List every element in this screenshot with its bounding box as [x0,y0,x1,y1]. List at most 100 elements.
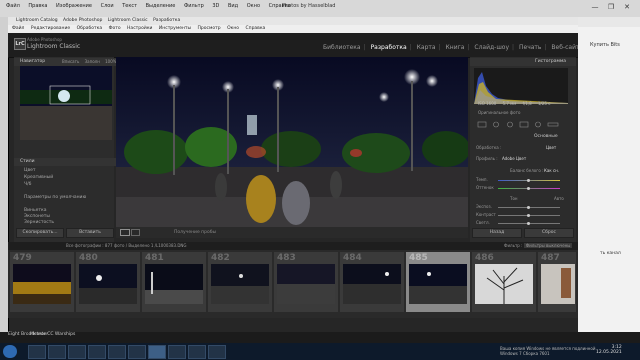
clock[interactable]: 3:12 12.05.2021 [596,345,622,355]
lr-menu-item[interactable]: Файл [12,26,24,31]
preset-item[interactable]: Параметры по умолчанию [24,195,86,200]
preset-item[interactable]: Ч/б [24,182,31,187]
paste-settings-button[interactable]: Вставить [66,228,114,238]
lr-menu-item[interactable]: Просмотр [198,26,221,31]
tint-knob[interactable] [527,187,530,190]
os-menu-item[interactable]: Фильтр [184,3,204,9]
filmstrip-cell[interactable]: 484 [340,252,404,312]
filmstrip-cell[interactable]: 487 [538,252,576,312]
lr-menu-item[interactable]: Окно [227,26,239,31]
profile-dropdown[interactable]: Adobe Цвет [502,156,526,161]
brand-small: Adobe Photoshop [27,37,62,42]
minimize-icon[interactable]: — [588,2,602,12]
navigator-thumbnail[interactable] [20,66,112,140]
clock-date: 12.05.2021 [596,350,622,355]
basic-panel-header[interactable]: Основные [534,134,558,139]
os-menu-item[interactable]: Файл [6,3,20,9]
histogram-header[interactable]: Гистограмма [470,58,576,66]
taskbar-app-icon[interactable] [48,345,66,359]
presets-header[interactable]: Стили [14,158,120,166]
filmstrip-cell[interactable]: 479 [10,252,74,312]
reset-button[interactable]: Сброс [524,228,574,238]
taskbar-app-icon[interactable] [208,345,226,359]
os-menu-item[interactable]: Слои [101,3,114,9]
taskbar-app-icon[interactable] [68,345,86,359]
zoom-option[interactable]: 100% [105,59,116,64]
radial-filter-icon[interactable] [535,121,541,128]
module-book[interactable]: Книга [446,44,465,51]
brush-icon[interactable] [547,122,559,127]
taskbar-app-icon[interactable] [88,345,106,359]
os-menu-item[interactable]: Вид [228,3,238,9]
close-icon[interactable]: ✕ [620,2,634,12]
module-slideshow[interactable]: Слайд-шоу [474,44,509,51]
zoom-option[interactable]: Вписать [62,59,79,64]
filmstrip-cell[interactable]: 483 [274,252,338,312]
cell-number: 486 [475,253,494,263]
soft-proof-label[interactable]: Получение пробы [174,230,216,235]
module-develop[interactable]: Разработка [371,44,407,51]
module-print[interactable]: Печать [519,44,541,51]
view-mode-icon[interactable] [120,229,140,236]
taskbar-app-icon[interactable] [108,345,126,359]
maximize-icon[interactable]: ❐ [604,2,618,12]
preset-item[interactable]: Экспонеты [24,214,50,219]
develop-toolbar: Получение пробы [116,227,468,238]
os-menu-item[interactable]: Окно [247,3,260,9]
module-map[interactable]: Карта [417,44,436,51]
preset-item[interactable]: Цвет [24,168,36,173]
taskbar-app-icon[interactable] [128,345,146,359]
lr-menu-item[interactable]: Справка [245,26,265,31]
lr-menu-item[interactable]: Настройки [127,26,152,31]
taskbar-app-icon[interactable] [168,345,186,359]
taskbar-app-icon[interactable] [188,345,206,359]
lr-menu-item[interactable]: Фото [109,26,121,31]
cell-thumbnail [277,264,335,304]
auto-button[interactable]: Авто [554,196,564,201]
taskbar-app-icon[interactable] [28,345,46,359]
night-square-photo [116,57,468,227]
spot-removal-icon[interactable] [493,121,499,128]
desktop-icon-label[interactable]: Meteor CC Warships [30,332,75,337]
exposure-knob[interactable] [527,206,530,209]
start-button[interactable] [3,345,17,358]
os-menu-item[interactable]: Текст [122,3,137,9]
buy-bits-button[interactable]: Купить Bits [590,42,620,48]
main-photo[interactable] [116,57,468,227]
filmstrip-cell[interactable]: 486 [472,252,536,312]
filmstrip-cell[interactable]: 481 [142,252,206,312]
lr-menu-item[interactable]: Инструменты [159,26,191,31]
red-eye-icon[interactable] [507,121,513,128]
filter-dropdown[interactable]: Фильтры выключены [523,243,573,248]
lightroom-logo: LrC [14,38,26,50]
zoom-option[interactable]: Заполн [85,59,100,64]
os-menu-item[interactable]: 3D [212,3,219,9]
treatment-value[interactable]: Цвет [546,145,556,150]
taskbar-lightroom-icon[interactable] [148,345,166,359]
temp-knob[interactable] [527,179,530,182]
original-photo-label[interactable]: Оригинальное фото [478,110,520,115]
os-menu-item[interactable]: Правка [28,3,47,9]
os-menu-item[interactable]: Выделение [146,3,176,9]
treatment-label: Обработка : [476,145,502,150]
module-web[interactable]: Веб-сайт [551,44,579,51]
preset-item[interactable]: Виньетка [24,208,46,213]
os-menu-item[interactable]: Изображение [56,3,92,9]
preset-item[interactable]: Зернистость [24,220,54,225]
wb-dropdown[interactable]: Как сн. [544,168,559,173]
filmstrip-cell[interactable]: 482 [208,252,272,312]
crop-icon[interactable] [477,121,487,128]
lr-menu-item[interactable]: Обработка [77,26,103,31]
graduated-filter-icon[interactable] [519,121,529,128]
module-library[interactable]: Библиотека [323,44,361,51]
previous-button[interactable]: Назад [472,228,522,238]
contrast-knob[interactable] [527,214,530,217]
filmstrip-info[interactable]: Все фотографии : 877 фото / Выделено 1 /… [66,243,187,248]
lr-menu-item[interactable]: Редактирование [31,26,70,31]
highlights-knob[interactable] [527,222,530,225]
contrast-label: Контраст [476,212,496,217]
copy-settings-button[interactable]: Скопировать... [16,228,64,238]
filmstrip-cell[interactable]: 480 [76,252,140,312]
filmstrip-cell-selected[interactable]: 485 [406,252,470,312]
preset-item[interactable]: Креативный [24,175,53,180]
